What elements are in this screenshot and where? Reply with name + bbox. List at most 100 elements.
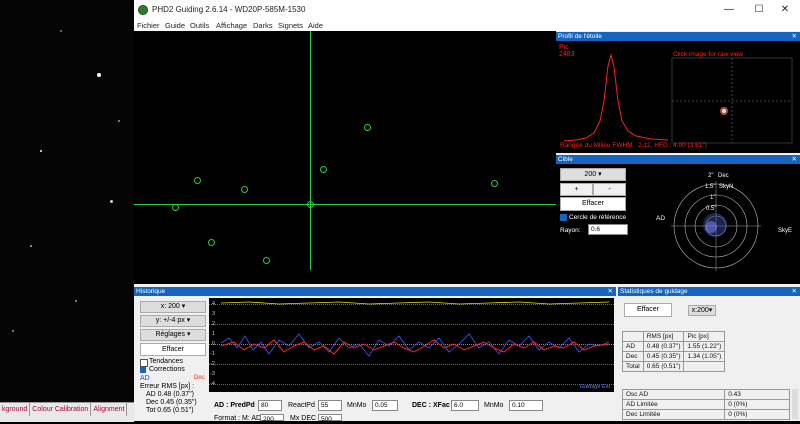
predpd-value: 80 bbox=[261, 402, 269, 409]
menu-darks[interactable]: Darks bbox=[253, 21, 273, 30]
trend-label: Tendances bbox=[149, 358, 183, 365]
stats-cell: Dec bbox=[622, 351, 644, 362]
star-marker bbox=[364, 124, 371, 131]
reactpd-label: ReactPd bbox=[288, 402, 315, 409]
max-dec-value: 500 bbox=[321, 416, 332, 423]
star-profile-header: Profil de l'étoile ✕ bbox=[556, 32, 800, 41]
minimize-button[interactable]: — bbox=[714, 2, 744, 18]
dec-legend: Dec bbox=[194, 375, 205, 381]
target-plot bbox=[671, 181, 761, 271]
profile-footer: Rangée du Milieu FWHM : 2.12, HFD : 4.00… bbox=[560, 142, 707, 149]
star-marker bbox=[491, 180, 498, 187]
xfac-input[interactable]: 6.0 bbox=[451, 400, 479, 411]
stats-scrollbar[interactable] bbox=[792, 389, 798, 419]
stats-header-cell: Pic [px] bbox=[683, 331, 726, 342]
chevron-down-icon: ▾ bbox=[598, 171, 602, 178]
target-scale-value: 200 bbox=[584, 171, 597, 178]
lock-position-marker bbox=[307, 201, 314, 208]
menu-guide[interactable]: Guide bbox=[165, 21, 185, 30]
max-ad-value: 200 bbox=[263, 416, 274, 423]
star-marker bbox=[172, 204, 179, 211]
ad-mnmo-label: MnMo bbox=[347, 402, 367, 409]
corrections-checkbox[interactable] bbox=[140, 367, 146, 373]
stats-extra-table: Osc AD 0.43 AD Limitée 0 (0%) Dec Limitée 0… bbox=[621, 389, 790, 420]
stats-cell: 0.65 (0.51") bbox=[642, 361, 685, 372]
rms-ad: AD 0.48 (0.37") bbox=[146, 391, 195, 398]
stats-clear-button[interactable]: Effacer bbox=[624, 303, 672, 317]
predpd-input[interactable]: 80 bbox=[258, 400, 282, 411]
guide-camera-view[interactable] bbox=[134, 31, 556, 284]
ref-circle-checkbox[interactable] bbox=[560, 214, 567, 221]
guide-stats-panel: Statistiques de guidage ✕ Effacer x:200▾ … bbox=[618, 287, 800, 421]
stats-cell: Osc AD bbox=[621, 389, 726, 400]
ad-mnmo-input[interactable]: 0.05 bbox=[372, 400, 398, 411]
title-bar: PHD2 Guiding 2.6.14 - WD20P-585M-1530 — … bbox=[134, 0, 800, 20]
dec-mnmo-input[interactable]: 0.10 bbox=[509, 400, 543, 411]
stats-header-cell: RMS [px] bbox=[642, 331, 685, 342]
dec-mnmo-label: MnMo bbox=[484, 402, 504, 409]
stats-table: RMS [px] Pic [px] AD 0.48 (0.37") 1.55 (1.2… bbox=[622, 331, 726, 372]
history-title: Historique bbox=[136, 288, 166, 295]
close-icon[interactable]: ✕ bbox=[792, 32, 797, 41]
dec-mnmo-value: 0.10 bbox=[512, 402, 525, 409]
stats-cell: 0.48 (0.37") bbox=[642, 341, 685, 352]
window-title: PHD2 Guiding 2.6.14 - WD20P-585M-1530 bbox=[152, 5, 306, 14]
stats-cell: AD bbox=[622, 341, 644, 352]
trend-checkbox[interactable] bbox=[140, 359, 148, 367]
close-button[interactable]: ✕ bbox=[770, 2, 800, 18]
tab-background[interactable]: kground bbox=[0, 403, 31, 416]
history-clear-button[interactable]: Effacer bbox=[140, 343, 206, 356]
star-profile-graph bbox=[563, 53, 793, 144]
star-marker bbox=[263, 257, 270, 264]
target-clear-button[interactable]: Effacer bbox=[560, 197, 626, 211]
background-star-image bbox=[0, 0, 134, 421]
radius-label: Rayon: bbox=[560, 227, 581, 234]
history-x-scale-value: x: 200 bbox=[160, 303, 180, 310]
star-marker bbox=[320, 166, 327, 173]
target-title: Cible bbox=[558, 156, 573, 163]
stats-cell: 0.43 bbox=[724, 389, 790, 400]
menu-aide[interactable]: Aide bbox=[308, 21, 323, 30]
stats-header: Statistiques de guidage ✕ bbox=[618, 287, 800, 296]
stats-title: Statistiques de guidage bbox=[620, 288, 688, 295]
tab-colour-calibration[interactable]: Colour Calibration bbox=[30, 403, 92, 416]
menu-fichier[interactable]: Fichier bbox=[137, 21, 160, 30]
max-dec-input[interactable]: 500 bbox=[318, 414, 342, 423]
close-icon[interactable]: ✕ bbox=[792, 287, 797, 296]
reactpd-input[interactable]: 55 bbox=[318, 400, 342, 411]
star-marker bbox=[208, 239, 215, 246]
tab-alignment[interactable]: Alignment bbox=[91, 403, 128, 416]
guide-direction-label: Guidage Est bbox=[579, 384, 610, 390]
stats-cell: Total bbox=[622, 361, 644, 372]
phd2-window: PHD2 Guiding 2.6.14 - WD20P-585M-1530 — … bbox=[134, 0, 800, 423]
stats-x-select[interactable]: x:200▾ bbox=[688, 305, 716, 316]
close-icon[interactable]: ✕ bbox=[792, 155, 797, 164]
rms-title: Erreur RMS [px] : bbox=[140, 383, 195, 390]
zoom-out-button[interactable]: - bbox=[593, 183, 626, 196]
menu-affichage[interactable]: Affichage bbox=[216, 21, 247, 30]
zoom-in-button[interactable]: + bbox=[560, 183, 593, 196]
history-settings-select[interactable]: Réglages ▾ bbox=[140, 329, 206, 341]
ad-axis-label: AD bbox=[656, 215, 666, 222]
close-icon[interactable]: ✕ bbox=[608, 287, 613, 296]
max-ad-input[interactable]: 200 bbox=[260, 414, 284, 423]
history-x-scale-select[interactable]: x: 200 ▾ bbox=[140, 301, 206, 313]
history-y-scale-value: y: +/-4 px bbox=[155, 317, 185, 324]
corrections-label: Corrections bbox=[149, 366, 185, 373]
star-profile-title: Profil de l'étoile bbox=[558, 33, 602, 40]
history-y-scale-select[interactable]: y: +/-4 px ▾ bbox=[140, 315, 206, 327]
ring-label-0-5: 0.5" bbox=[706, 206, 717, 212]
dec-params-label: DEC : XFac bbox=[412, 402, 450, 409]
radius-input[interactable]: 0.6 bbox=[588, 224, 628, 235]
menu-bar: Fichier Guide Outils Affichage Darks Sig… bbox=[134, 20, 800, 31]
reactpd-value: 55 bbox=[321, 402, 329, 409]
stats-cell: 0 (0%) bbox=[724, 399, 790, 410]
history-traces bbox=[220, 301, 610, 357]
rms-dec: Dec 0.45 (0.35") bbox=[146, 399, 197, 406]
star-profile-panel[interactable]: Profil de l'étoile ✕ Pic 2483 Click image… bbox=[556, 32, 800, 153]
menu-outils[interactable]: Outils bbox=[190, 21, 209, 30]
history-settings-label: Réglages bbox=[155, 331, 186, 338]
target-scale-select[interactable]: 200 ▾ bbox=[560, 168, 626, 181]
menu-signets[interactable]: Signets bbox=[278, 21, 303, 30]
stats-cell: 0 (0%) bbox=[724, 409, 790, 420]
